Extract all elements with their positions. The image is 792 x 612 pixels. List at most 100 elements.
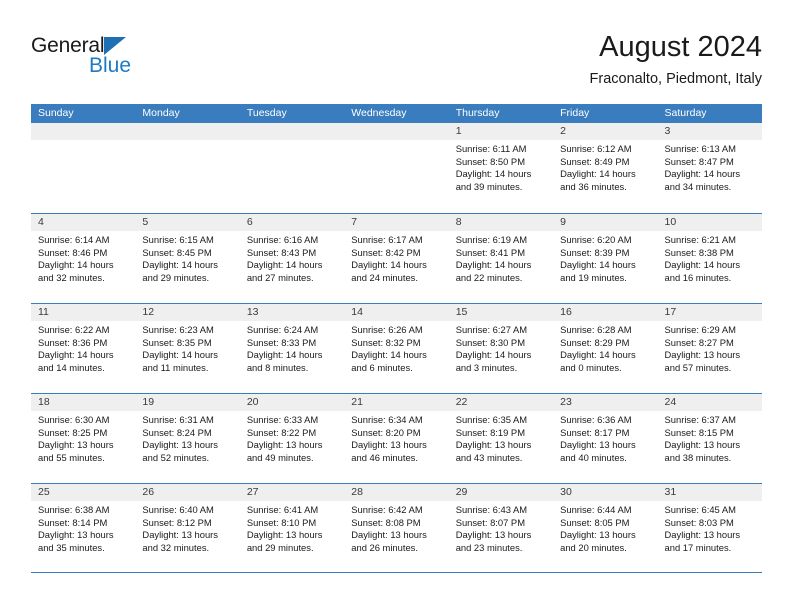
calendar-day-cell[interactable]: 26 Sunrise: 6:40 AM Sunset: 8:12 PM Dayligh…: [135, 484, 240, 572]
calendar-day-cell[interactable]: 30 Sunrise: 6:44 AM Sunset: 8:05 PM Dayligh…: [553, 484, 658, 572]
sunrise-text: Sunrise: 6:26 AM: [351, 324, 423, 335]
calendar-day-cell[interactable]: 16 Sunrise: 6:28 AM Sunset: 8:29 PM Dayligh…: [553, 304, 658, 393]
calendar-day-cell[interactable]: 24 Sunrise: 6:37 AM Sunset: 8:15 PM Dayligh…: [657, 394, 762, 483]
calendar-day-cell[interactable]: 10 Sunrise: 6:21 AM Sunset: 8:38 PM Dayligh…: [657, 214, 762, 303]
daylight-text-line2: and 14 minutes.: [38, 361, 105, 373]
calendar-day-cell[interactable]: 31 Sunrise: 6:45 AM Sunset: 8:03 PM Dayligh…: [657, 484, 762, 572]
calendar-week-row: 25 Sunrise: 6:38 AM Sunset: 8:14 PM Dayligh…: [31, 483, 762, 573]
calendar-day-cell[interactable]: 6 Sunrise: 6:16 AM Sunset: 8:43 PM Daylight…: [239, 214, 345, 303]
sunrise-text: Sunrise: 6:42 AM: [351, 504, 423, 515]
sunrise-text: Sunrise: 6:24 AM: [246, 324, 319, 335]
calendar-day-cell[interactable]: 18 Sunrise: 6:30 AM Sunset: 8:25 PM Dayligh…: [31, 394, 136, 483]
day-details: Sunrise: 6:21 AM Sunset: 8:38 PM Daylight:…: [658, 231, 762, 284]
sunset-text: Sunset: 8:46 PM: [38, 246, 108, 258]
sunset-text: Sunset: 8:08 PM: [351, 516, 421, 528]
sunset-text: Sunset: 8:25 PM: [38, 426, 108, 438]
day-details: Sunrise: 6:43 AM Sunset: 8:07 PM Daylight:…: [449, 501, 553, 554]
day-number: 9: [553, 214, 658, 231]
calendar-day-cell[interactable]: 8 Sunrise: 6:19 AM Sunset: 8:41 PM Daylight…: [448, 214, 554, 303]
daylight-text-line1: Daylight: 13 hours: [560, 529, 636, 541]
calendar-day-cell[interactable]: 25 Sunrise: 6:38 AM Sunset: 8:14 PM Dayligh…: [31, 484, 136, 572]
calendar-day-cell[interactable]: 20 Sunrise: 6:33 AM Sunset: 8:22 PM Dayligh…: [239, 394, 345, 483]
calendar-day-cell[interactable]: 7 Sunrise: 6:17 AM Sunset: 8:42 PM Daylight…: [344, 214, 449, 303]
sunrise-text: Sunrise: 6:40 AM: [142, 504, 214, 515]
calendar-day-cell[interactable]: 17 Sunrise: 6:29 AM Sunset: 8:27 PM Dayligh…: [657, 304, 762, 393]
weekday-wednesday: Wednesday: [351, 107, 407, 119]
generalblue-logo[interactable]: General Blue: [31, 34, 151, 84]
calendar-day-cell[interactable]: 13 Sunrise: 6:24 AM Sunset: 8:33 PM Dayligh…: [239, 304, 345, 393]
calendar-day-cell[interactable]: 1 Sunrise: 6:11 AM Sunset: 8:50 PM Daylight…: [448, 123, 554, 213]
calendar-day-cell[interactable]: 2 Sunrise: 6:12 AM Sunset: 8:49 PM Daylight…: [553, 123, 658, 213]
calendar-day-cell[interactable]: 21 Sunrise: 6:34 AM Sunset: 8:20 PM Dayligh…: [344, 394, 449, 483]
day-details: [31, 140, 135, 143]
day-details: Sunrise: 6:14 AM Sunset: 8:46 PM Daylight:…: [31, 231, 135, 284]
calendar-day-cell[interactable]: 28 Sunrise: 6:42 AM Sunset: 8:08 PM Dayligh…: [344, 484, 449, 572]
sunrise-text: Sunrise: 6:44 AM: [560, 504, 632, 515]
calendar-day-cell[interactable]: 12 Sunrise: 6:23 AM Sunset: 8:35 PM Dayligh…: [135, 304, 240, 393]
day-number: 3: [657, 123, 762, 140]
calendar-day-cell[interactable]: 14 Sunrise: 6:26 AM Sunset: 8:32 PM Dayligh…: [344, 304, 449, 393]
calendar-week-row: 4 Sunrise: 6:14 AM Sunset: 8:46 PM Daylight…: [31, 213, 762, 303]
calendar-day-cell[interactable]: 19 Sunrise: 6:31 AM Sunset: 8:24 PM Dayligh…: [135, 394, 240, 483]
daylight-text-line1: Daylight: 13 hours: [455, 439, 532, 451]
daylight-text-line2: and 29 minutes.: [246, 541, 314, 553]
sunrise-text: Sunrise: 6:41 AM: [246, 504, 319, 515]
day-details: Sunrise: 6:40 AM Sunset: 8:12 PM Daylight:…: [135, 501, 239, 554]
daylight-text-line1: Daylight: 14 hours: [664, 168, 741, 180]
sunrise-text: Sunrise: 6:28 AM: [560, 324, 632, 335]
day-details: Sunrise: 6:33 AM Sunset: 8:22 PM Daylight:…: [240, 411, 344, 464]
day-number: 26: [135, 484, 240, 501]
daylight-text-line2: and 34 minutes.: [664, 180, 732, 192]
daylight-text-line2: and 29 minutes.: [142, 271, 210, 283]
weekday-friday: Friday: [560, 107, 590, 119]
sunset-text: Sunset: 8:30 PM: [455, 336, 525, 348]
daylight-text-line2: and 20 minutes.: [560, 541, 627, 553]
page-title: August 2024: [599, 31, 762, 63]
calendar-page: General Blue August 2024 Fraconalto, Pie…: [0, 0, 792, 612]
day-number: 6: [239, 214, 345, 231]
daylight-text-line2: and 32 minutes.: [142, 541, 210, 553]
calendar-day-cell[interactable]: 29 Sunrise: 6:43 AM Sunset: 8:07 PM Dayligh…: [448, 484, 554, 572]
day-number: [239, 123, 345, 140]
day-details: [135, 140, 239, 143]
sunset-text: Sunset: 8:43 PM: [246, 246, 317, 258]
daylight-text-line1: Daylight: 13 hours: [664, 529, 741, 541]
day-number: 4: [31, 214, 136, 231]
sunrise-text: Sunrise: 6:30 AM: [38, 414, 110, 425]
day-details: [240, 140, 344, 143]
calendar-day-cell[interactable]: 5 Sunrise: 6:15 AM Sunset: 8:45 PM Daylight…: [135, 214, 240, 303]
weekday-saturday: Saturday: [664, 107, 707, 119]
daylight-text-line1: Daylight: 13 hours: [351, 439, 427, 451]
daylight-text-line2: and 43 minutes.: [455, 451, 523, 463]
calendar-day-cell[interactable]: 4 Sunrise: 6:14 AM Sunset: 8:46 PM Daylight…: [31, 214, 136, 303]
daylight-text-line2: and 23 minutes.: [455, 541, 523, 553]
calendar-day-cell[interactable]: 22 Sunrise: 6:35 AM Sunset: 8:19 PM Dayligh…: [448, 394, 554, 483]
daylight-text-line2: and 11 minutes.: [142, 361, 209, 373]
day-number: 23: [553, 394, 658, 411]
day-number: [31, 123, 136, 140]
daylight-text-line2: and 38 minutes.: [664, 451, 732, 463]
calendar-day-cell[interactable]: 23 Sunrise: 6:36 AM Sunset: 8:17 PM Dayligh…: [553, 394, 658, 483]
daylight-text-line2: and 17 minutes.: [664, 541, 732, 553]
day-details: Sunrise: 6:29 AM Sunset: 8:27 PM Daylight:…: [658, 321, 762, 374]
calendar-day-cell[interactable]: 9 Sunrise: 6:20 AM Sunset: 8:39 PM Daylight…: [553, 214, 658, 303]
sunrise-text: Sunrise: 6:38 AM: [38, 504, 110, 515]
sunrise-text: Sunrise: 6:20 AM: [560, 234, 632, 245]
day-details: Sunrise: 6:19 AM Sunset: 8:41 PM Daylight:…: [449, 231, 553, 284]
day-details: Sunrise: 6:30 AM Sunset: 8:25 PM Daylight:…: [31, 411, 135, 464]
day-details: Sunrise: 6:13 AM Sunset: 8:47 PM Daylight:…: [658, 140, 762, 193]
day-number: 18: [31, 394, 136, 411]
calendar-day-cell[interactable]: 11 Sunrise: 6:22 AM Sunset: 8:36 PM Dayligh…: [31, 304, 136, 393]
calendar-day-cell[interactable]: 27 Sunrise: 6:41 AM Sunset: 8:10 PM Dayligh…: [239, 484, 345, 572]
calendar-day-cell[interactable]: 15 Sunrise: 6:27 AM Sunset: 8:30 PM Dayligh…: [448, 304, 554, 393]
daylight-text-line1: Daylight: 13 hours: [455, 529, 532, 541]
day-details: Sunrise: 6:11 AM Sunset: 8:50 PM Daylight:…: [449, 140, 553, 193]
calendar-grid: Sunday Monday Tuesday Wednesday Thursday…: [31, 104, 762, 573]
calendar-day-cell-empty: [344, 123, 449, 213]
sunrise-text: Sunrise: 6:15 AM: [142, 234, 214, 245]
calendar-week-row: 18 Sunrise: 6:30 AM Sunset: 8:25 PM Dayligh…: [31, 393, 762, 483]
day-details: Sunrise: 6:45 AM Sunset: 8:03 PM Daylight:…: [658, 501, 762, 554]
sunset-text: Sunset: 8:19 PM: [455, 426, 525, 438]
daylight-text-line1: Daylight: 14 hours: [560, 259, 636, 271]
calendar-day-cell[interactable]: 3 Sunrise: 6:13 AM Sunset: 8:47 PM Daylight…: [657, 123, 762, 213]
